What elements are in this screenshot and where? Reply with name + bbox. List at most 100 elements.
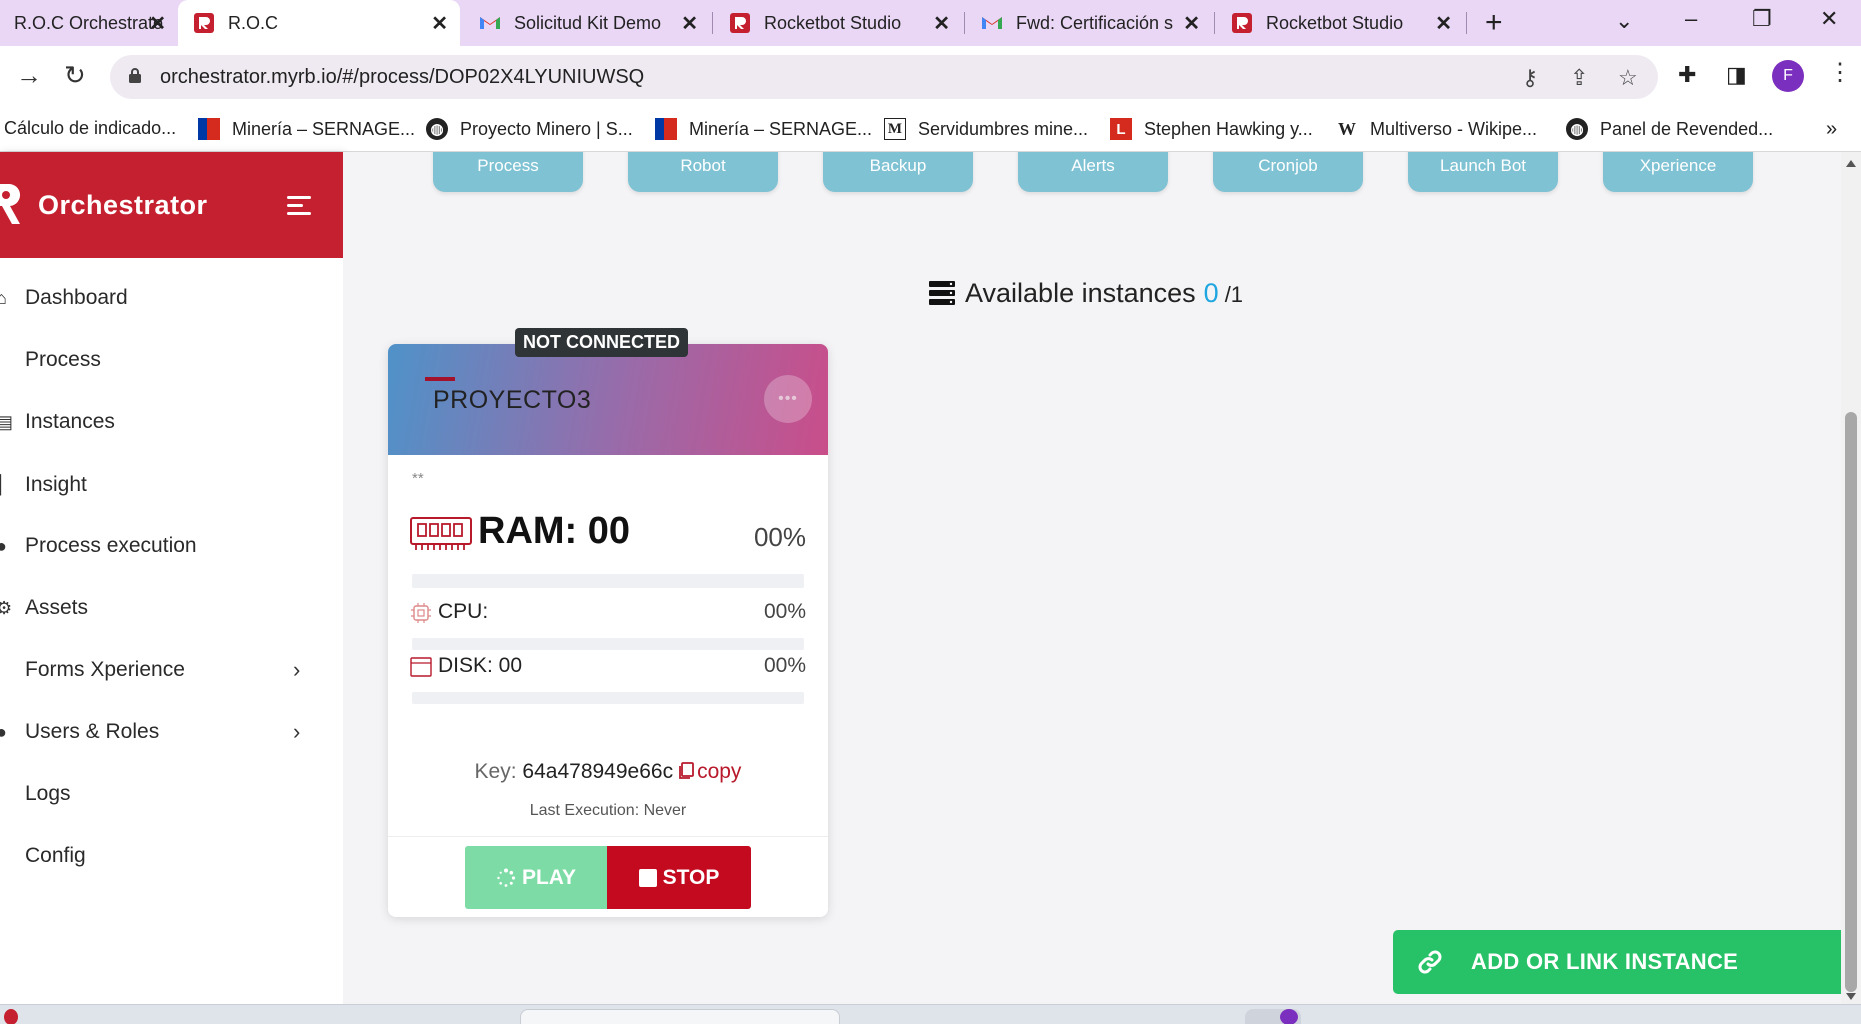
ram-memory-icon [410, 517, 472, 550]
more-options-button[interactable]: ••• [764, 375, 812, 423]
tab-separator [1466, 12, 1467, 34]
restore-icon[interactable]: ❐ [1752, 6, 1772, 32]
close-icon[interactable]: ✕ [1435, 11, 1452, 36]
cpu-progress-bar [412, 638, 804, 650]
sidebar-item-insight[interactable]: ▍ Insight [0, 455, 343, 515]
bookmark-item[interactable]: M Servidumbres mine... [884, 118, 1088, 140]
sidebar-item-process[interactable]: ⁝ Process [0, 330, 343, 390]
close-icon[interactable]: ✕ [431, 11, 448, 36]
window-close-icon[interactable]: ✕ [1820, 6, 1838, 32]
bookmark-label: Servidumbres mine... [918, 118, 1089, 139]
bookmark-item[interactable]: ◍ Proyecto Minero | S... [426, 118, 633, 140]
sidebar-item-process-execution[interactable]: ● Process execution [0, 516, 343, 576]
add-or-link-instance-button[interactable]: ADD OR LINK INSTANCE [1393, 930, 1841, 994]
address-bar[interactable]: orchestrator.myrb.io/#/process/DOP02X4LY… [110, 55, 1658, 99]
tab-search-icon[interactable]: ⌄ [1615, 8, 1633, 34]
backup-tab-button[interactable]: Backup [823, 152, 973, 192]
bookmark-label: Minería – SERNAGE... [232, 118, 416, 139]
instance-key-row: Key: 64a478949e66c copy [388, 760, 828, 784]
sidebar-item-label: Assets [25, 596, 89, 619]
page-scrollbar[interactable] [1841, 152, 1861, 1004]
reload-icon[interactable]: ↻ [64, 60, 86, 91]
xperience-tab-button[interactable]: Xperience [1603, 152, 1753, 192]
taskbar-search-box[interactable] [520, 1009, 840, 1024]
cronjob-tab-button[interactable]: Cronjob [1213, 152, 1363, 192]
new-tab-button[interactable]: + [1485, 6, 1503, 40]
instance-card: PROYECTO3 ••• NOT CONNECTED ** RAM: 00 0… [388, 328, 828, 917]
play-button[interactable]: PLAY [465, 846, 607, 909]
ram-row: RAM: 00 00% [410, 510, 806, 556]
sidebar-item-forms-xperience[interactable]: ▎ Forms Xperience › [0, 640, 343, 700]
bookmark-item[interactable]: Minería – SERNAGE... [198, 118, 415, 140]
taskbar-app-icon[interactable] [1280, 1009, 1298, 1024]
minimize-icon[interactable]: – [1685, 6, 1697, 32]
sidebar-item-label: Logs [25, 782, 71, 805]
taskbar-app-icon[interactable] [4, 1009, 18, 1024]
sidebar-item-assets[interactable]: ⚙ Assets [0, 578, 343, 638]
browser-tab[interactable]: R.O.C Orchestrator ✕ [0, 0, 178, 46]
bookmark-item[interactable]: L Stephen Hawking y... [1110, 118, 1313, 140]
robot-tab-button[interactable]: Robot [628, 152, 778, 192]
stop-button[interactable]: STOP [607, 846, 751, 909]
browser-tab-active[interactable]: R.O.C ✕ [178, 0, 460, 46]
play-label: PLAY [521, 865, 577, 889]
browser-tab[interactable]: Rocketbot Studio ✕ [1216, 0, 1464, 46]
sidebar-item-config[interactable]: Config [0, 826, 343, 886]
sidebar-item-instances[interactable]: ▤ Instances [0, 392, 343, 452]
close-icon[interactable]: ✕ [149, 11, 166, 36]
instance-card-header: PROYECTO3 ••• [388, 344, 828, 455]
url-text[interactable]: orchestrator.myrb.io/#/process/DOP02X4LY… [160, 66, 644, 89]
scroll-down-icon[interactable] [1846, 993, 1856, 1000]
disk-progress-bar [412, 692, 804, 704]
tab-separator [964, 12, 965, 34]
close-icon[interactable]: ✕ [1183, 11, 1200, 36]
copy-key-link[interactable]: copy [697, 760, 741, 783]
key-icon[interactable]: ⚷ [1522, 65, 1538, 91]
browser-tab[interactable]: Fwd: Certificación s ✕ [966, 0, 1212, 46]
share-icon[interactable]: ⇪ [1570, 65, 1588, 91]
side-panel-icon[interactable]: ◨ [1726, 62, 1747, 88]
available-instances-title: Available instances [965, 278, 1196, 308]
tab-separator [1214, 12, 1215, 34]
process-tab-button[interactable]: Process [433, 152, 583, 192]
gmail-icon [982, 17, 1002, 29]
bookmark-label: Stephen Hawking y... [1144, 118, 1313, 139]
star-icon[interactable]: ☆ [1618, 65, 1638, 91]
sidebar: Orchestrator ⌂ Dashboard ⁝ Process ▤ Ins… [0, 152, 343, 1004]
scrollbar-thumb[interactable] [1845, 412, 1857, 992]
more-bookmarks-icon[interactable]: » [1826, 118, 1837, 141]
scroll-up-icon[interactable] [1846, 160, 1856, 167]
server-icon [929, 281, 955, 305]
browser-tab[interactable]: Rocketbot Studio ✕ [714, 0, 962, 46]
card-divider [388, 836, 828, 837]
bookmark-item[interactable]: W Multiverso - Wikipe... [1336, 118, 1537, 140]
rocketbot-logo-icon [0, 183, 21, 224]
key-value: 64a478949e66c [522, 760, 674, 783]
copy-icon[interactable] [678, 762, 694, 780]
menu-toggle-icon[interactable] [287, 196, 311, 220]
alerts-tab-button[interactable]: Alerts [1018, 152, 1168, 192]
bookmark-item[interactable]: ◍ Panel de Revended... [1566, 118, 1773, 140]
extensions-icon[interactable]: ✚ [1678, 62, 1696, 88]
available-instances-total: /1 [1224, 282, 1244, 307]
available-instances-count: 0 [1203, 278, 1219, 308]
sidebar-item-users-roles[interactable]: ● Users & Roles › [0, 702, 343, 762]
last-execution-text: Last Execution: Never [529, 802, 687, 819]
profile-avatar[interactable]: F [1772, 60, 1804, 92]
close-icon[interactable]: ✕ [681, 11, 698, 36]
sidebar-item-dashboard[interactable]: ⌂ Dashboard [0, 268, 343, 328]
sidebar-item-logs[interactable]: Logs [0, 764, 343, 824]
tab-label: Rocketbot Studio [1266, 12, 1404, 33]
browser-tab[interactable]: Solicitud Kit Demo ✕ [464, 0, 710, 46]
chile-flag-icon [198, 118, 220, 140]
forward-icon[interactable]: → [16, 60, 42, 91]
rocketbot-logo-icon [730, 13, 750, 33]
close-icon[interactable]: ✕ [933, 11, 950, 36]
sidebar-item-label: Insight [25, 473, 87, 496]
add-instance-label: ADD OR LINK INSTANCE [1471, 949, 1739, 974]
sidebar-item-label: Dashboard [25, 286, 128, 309]
bookmark-item[interactable]: Minería – SERNAGE... [655, 118, 872, 140]
bookmark-item[interactable]: Cálculo de indicado... [4, 118, 176, 139]
launch-bot-tab-button[interactable]: Launch Bot [1408, 152, 1558, 192]
browser-menu-icon[interactable]: ⋮ [1828, 58, 1852, 87]
